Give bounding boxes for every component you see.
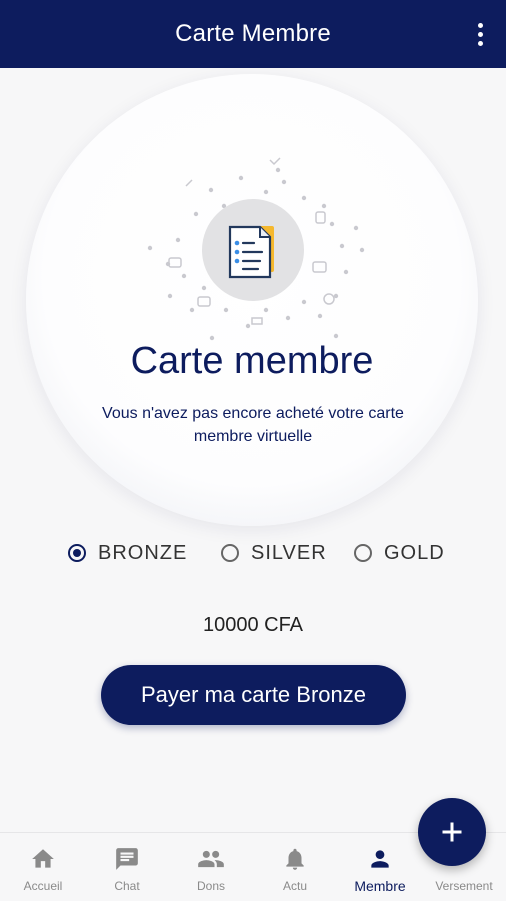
nav-item-actu[interactable]: Actu: [264, 833, 326, 901]
more-options-icon[interactable]: [468, 18, 492, 50]
nav-label-accueil: Accueil: [23, 879, 63, 893]
price-text: 10000 CFA: [202, 614, 304, 636]
nav-item-membre[interactable]: Membre: [345, 833, 415, 901]
home-icon: [29, 845, 57, 873]
person-icon: [366, 845, 394, 873]
radio-silver[interactable]: SILVER: [221, 537, 327, 569]
tier-radio-group: BRONZE SILVER GOLD: [0, 537, 506, 569]
radio-silver-label: SILVER: [251, 541, 327, 564]
nav-label-actu: Actu: [282, 879, 307, 893]
nav-item-chat[interactable]: Chat: [96, 833, 158, 901]
page-title: Carte Membre: [175, 20, 331, 47]
nav-label-versement: Versement: [435, 879, 493, 893]
chat-icon: [113, 845, 141, 873]
radio-gold[interactable]: GOLD: [354, 537, 445, 569]
hero-subtitle: Vous n'avez pas encore acheté votre cart…: [102, 405, 404, 445]
nav-label-chat: Chat: [114, 879, 140, 893]
nav-item-accueil[interactable]: Accueil: [12, 833, 74, 901]
document-icon: [202, 199, 304, 301]
nav-label-dons: Dons: [196, 879, 225, 893]
pay-card-button[interactable]: Payer ma carte Bronze: [101, 665, 406, 725]
radio-bronze-indicator[interactable]: [68, 544, 86, 562]
radio-bronze[interactable]: BRONZE: [68, 537, 187, 569]
app-bar: Carte Membre: [0, 0, 506, 68]
bell-icon: [281, 845, 309, 873]
people-icon: [197, 845, 225, 873]
versement-fab[interactable]: [418, 798, 486, 866]
hero-title: Carte membre: [130, 340, 374, 382]
radio-gold-label: GOLD: [384, 541, 445, 564]
nav-label-membre: Membre: [354, 878, 406, 894]
nav-item-dons[interactable]: Dons: [180, 833, 242, 901]
radio-bronze-label: BRONZE: [98, 541, 188, 564]
radio-silver-indicator[interactable]: [221, 544, 239, 562]
radio-gold-indicator[interactable]: [354, 544, 372, 562]
plus-icon: [442, 822, 462, 842]
